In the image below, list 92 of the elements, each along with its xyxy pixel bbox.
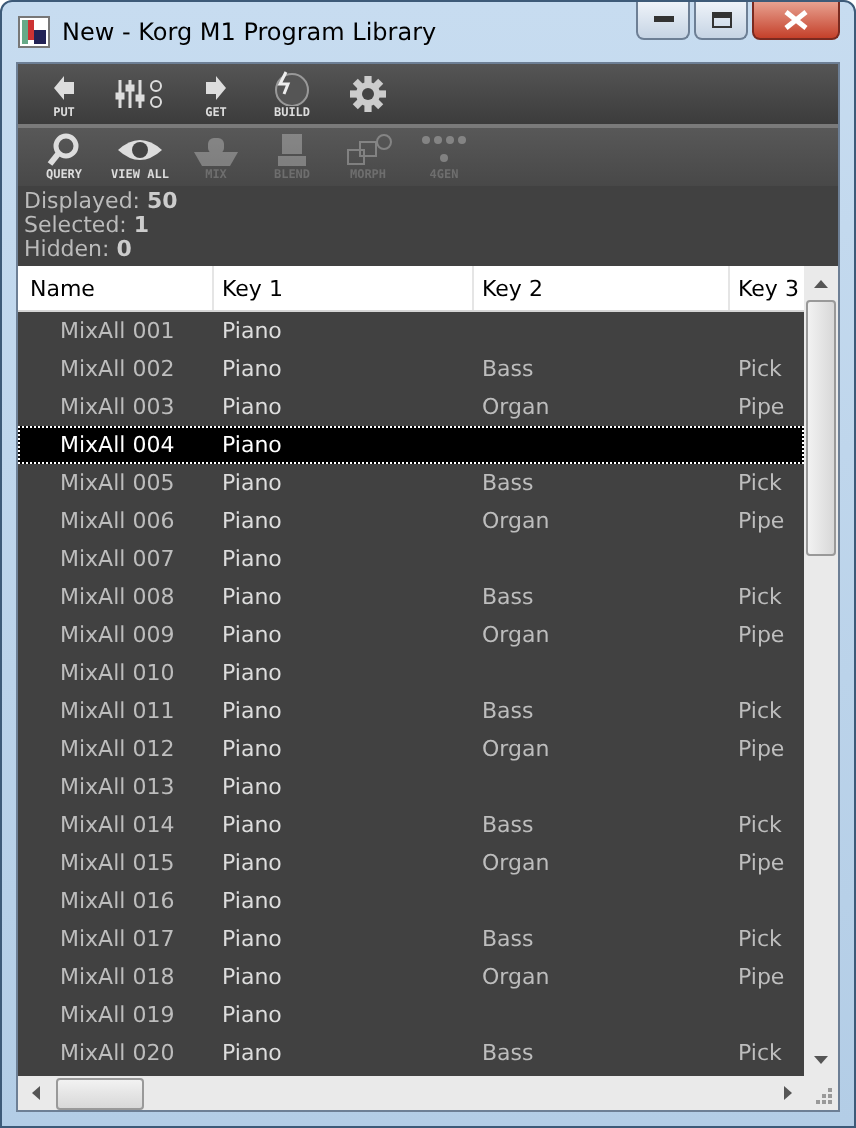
- maximize-button[interactable]: [694, 2, 748, 40]
- table-cell: Piano: [222, 470, 282, 496]
- table-cell: MixAll 020: [60, 1040, 175, 1066]
- close-button[interactable]: [752, 2, 840, 40]
- table-cell: MixAll 019: [60, 1002, 175, 1028]
- table-cell: Pick: [738, 470, 782, 496]
- table-cell: Piano: [222, 812, 282, 838]
- table-cell: Organ: [482, 508, 550, 534]
- table-cell: Piano: [222, 774, 282, 800]
- column-header[interactable]: Key 2: [474, 266, 730, 310]
- table-cell: MixAll 015: [60, 850, 175, 876]
- table-cell: Bass: [482, 356, 534, 382]
- table-cell: Piano: [222, 432, 282, 458]
- scroll-thumb[interactable]: [806, 300, 836, 556]
- table-cell: MixAll 013: [60, 774, 175, 800]
- table-cell: Pick: [738, 698, 782, 724]
- table-cell: MixAll 005: [60, 470, 175, 496]
- table-cell: Pipe: [738, 736, 785, 762]
- scroll-right-icon: [783, 1086, 791, 1100]
- scroll-down-icon: [814, 1055, 828, 1063]
- table-cell: Piano: [222, 888, 282, 914]
- app-icon: [18, 16, 50, 48]
- table-cell: Piano: [222, 584, 282, 610]
- table-cell: MixAll 018: [60, 964, 175, 990]
- table-cell: Pick: [738, 356, 782, 382]
- table-cell: Organ: [482, 736, 550, 762]
- table-cell: Piano: [222, 508, 282, 534]
- table-cell: MixAll 002: [60, 356, 175, 382]
- table-cell: Pipe: [738, 964, 785, 990]
- table-cell: Piano: [222, 698, 282, 724]
- table-cell: MixAll 008: [60, 584, 175, 610]
- table-cell: MixAll 010: [60, 660, 175, 686]
- table-cell: Piano: [222, 394, 282, 420]
- table-cell: MixAll 011: [60, 698, 175, 724]
- table-cell: Bass: [482, 926, 534, 952]
- scroll-left-icon: [31, 1086, 39, 1100]
- table-cell: Piano: [222, 622, 282, 648]
- table-cell: Pick: [738, 584, 782, 610]
- maximize-icon: [711, 12, 731, 28]
- table-cell: Pipe: [738, 508, 785, 534]
- table-cell: Piano: [222, 1040, 282, 1066]
- table-cell: MixAll 009: [60, 622, 175, 648]
- table-cell: MixAll 012: [60, 736, 175, 762]
- close-icon: [784, 10, 808, 30]
- table-cell: Piano: [222, 964, 282, 990]
- table-cell: Bass: [482, 812, 534, 838]
- table-cell: Organ: [482, 850, 550, 876]
- table-cell: Piano: [222, 1002, 282, 1028]
- table-cell: Pipe: [738, 622, 785, 648]
- table-cell: MixAll 006: [60, 508, 175, 534]
- table-cell: Bass: [482, 470, 534, 496]
- table-cell: Piano: [222, 850, 282, 876]
- stat-text: Displayed: 50: [24, 190, 180, 214]
- table-cell: Piano: [222, 546, 282, 572]
- stat-text: Selected: 1: [24, 214, 152, 238]
- table-cell: Organ: [482, 964, 550, 990]
- column-header[interactable]: Name: [18, 266, 214, 310]
- table-cell: Pipe: [738, 850, 785, 876]
- table-cell: Bass: [482, 698, 534, 724]
- selected-row[interactable]: MixAll 004 Piano: [18, 426, 804, 464]
- stat-text: Hidden: 0: [24, 238, 134, 262]
- table-cell: Piano: [222, 318, 282, 344]
- minimize-icon: [653, 16, 673, 24]
- resize-grip-icon: [816, 1088, 832, 1104]
- table-cell: Piano: [222, 926, 282, 952]
- scroll-thumb[interactable]: [56, 1077, 144, 1109]
- column-header[interactable]: Key 1: [214, 266, 474, 310]
- table-cell: Organ: [482, 394, 550, 420]
- table-cell: Piano: [222, 736, 282, 762]
- table-cell: MixAll 003: [60, 394, 175, 420]
- table-cell: MixAll 004: [60, 432, 175, 458]
- boxes-icon: [342, 132, 394, 168]
- sliders-icon: [114, 76, 166, 112]
- table-cell: Piano: [222, 356, 282, 382]
- table-cell: Pick: [738, 926, 782, 952]
- table-cell: Piano: [222, 660, 282, 686]
- vertical-scrollbar[interactable]: [804, 266, 838, 1076]
- dots-icon: [418, 132, 470, 168]
- window-title: New - Korg M1 Program Library: [62, 18, 439, 46]
- table-cell: Bass: [482, 584, 534, 610]
- table-cell: MixAll 016: [60, 888, 175, 914]
- table-cell: Pick: [738, 812, 782, 838]
- table-cell: MixAll 017: [60, 926, 175, 952]
- scroll-up-icon: [814, 279, 828, 287]
- table-cell: MixAll 007: [60, 546, 175, 572]
- minimize-button[interactable]: [636, 2, 690, 40]
- table-cell: Pick: [738, 1040, 782, 1066]
- table-cell: Organ: [482, 622, 550, 648]
- table-cell: Bass: [482, 1040, 534, 1066]
- table-cell: Pipe: [738, 394, 785, 420]
- table-cell: MixAll 001: [60, 318, 175, 344]
- table-cell: MixAll 014: [60, 812, 175, 838]
